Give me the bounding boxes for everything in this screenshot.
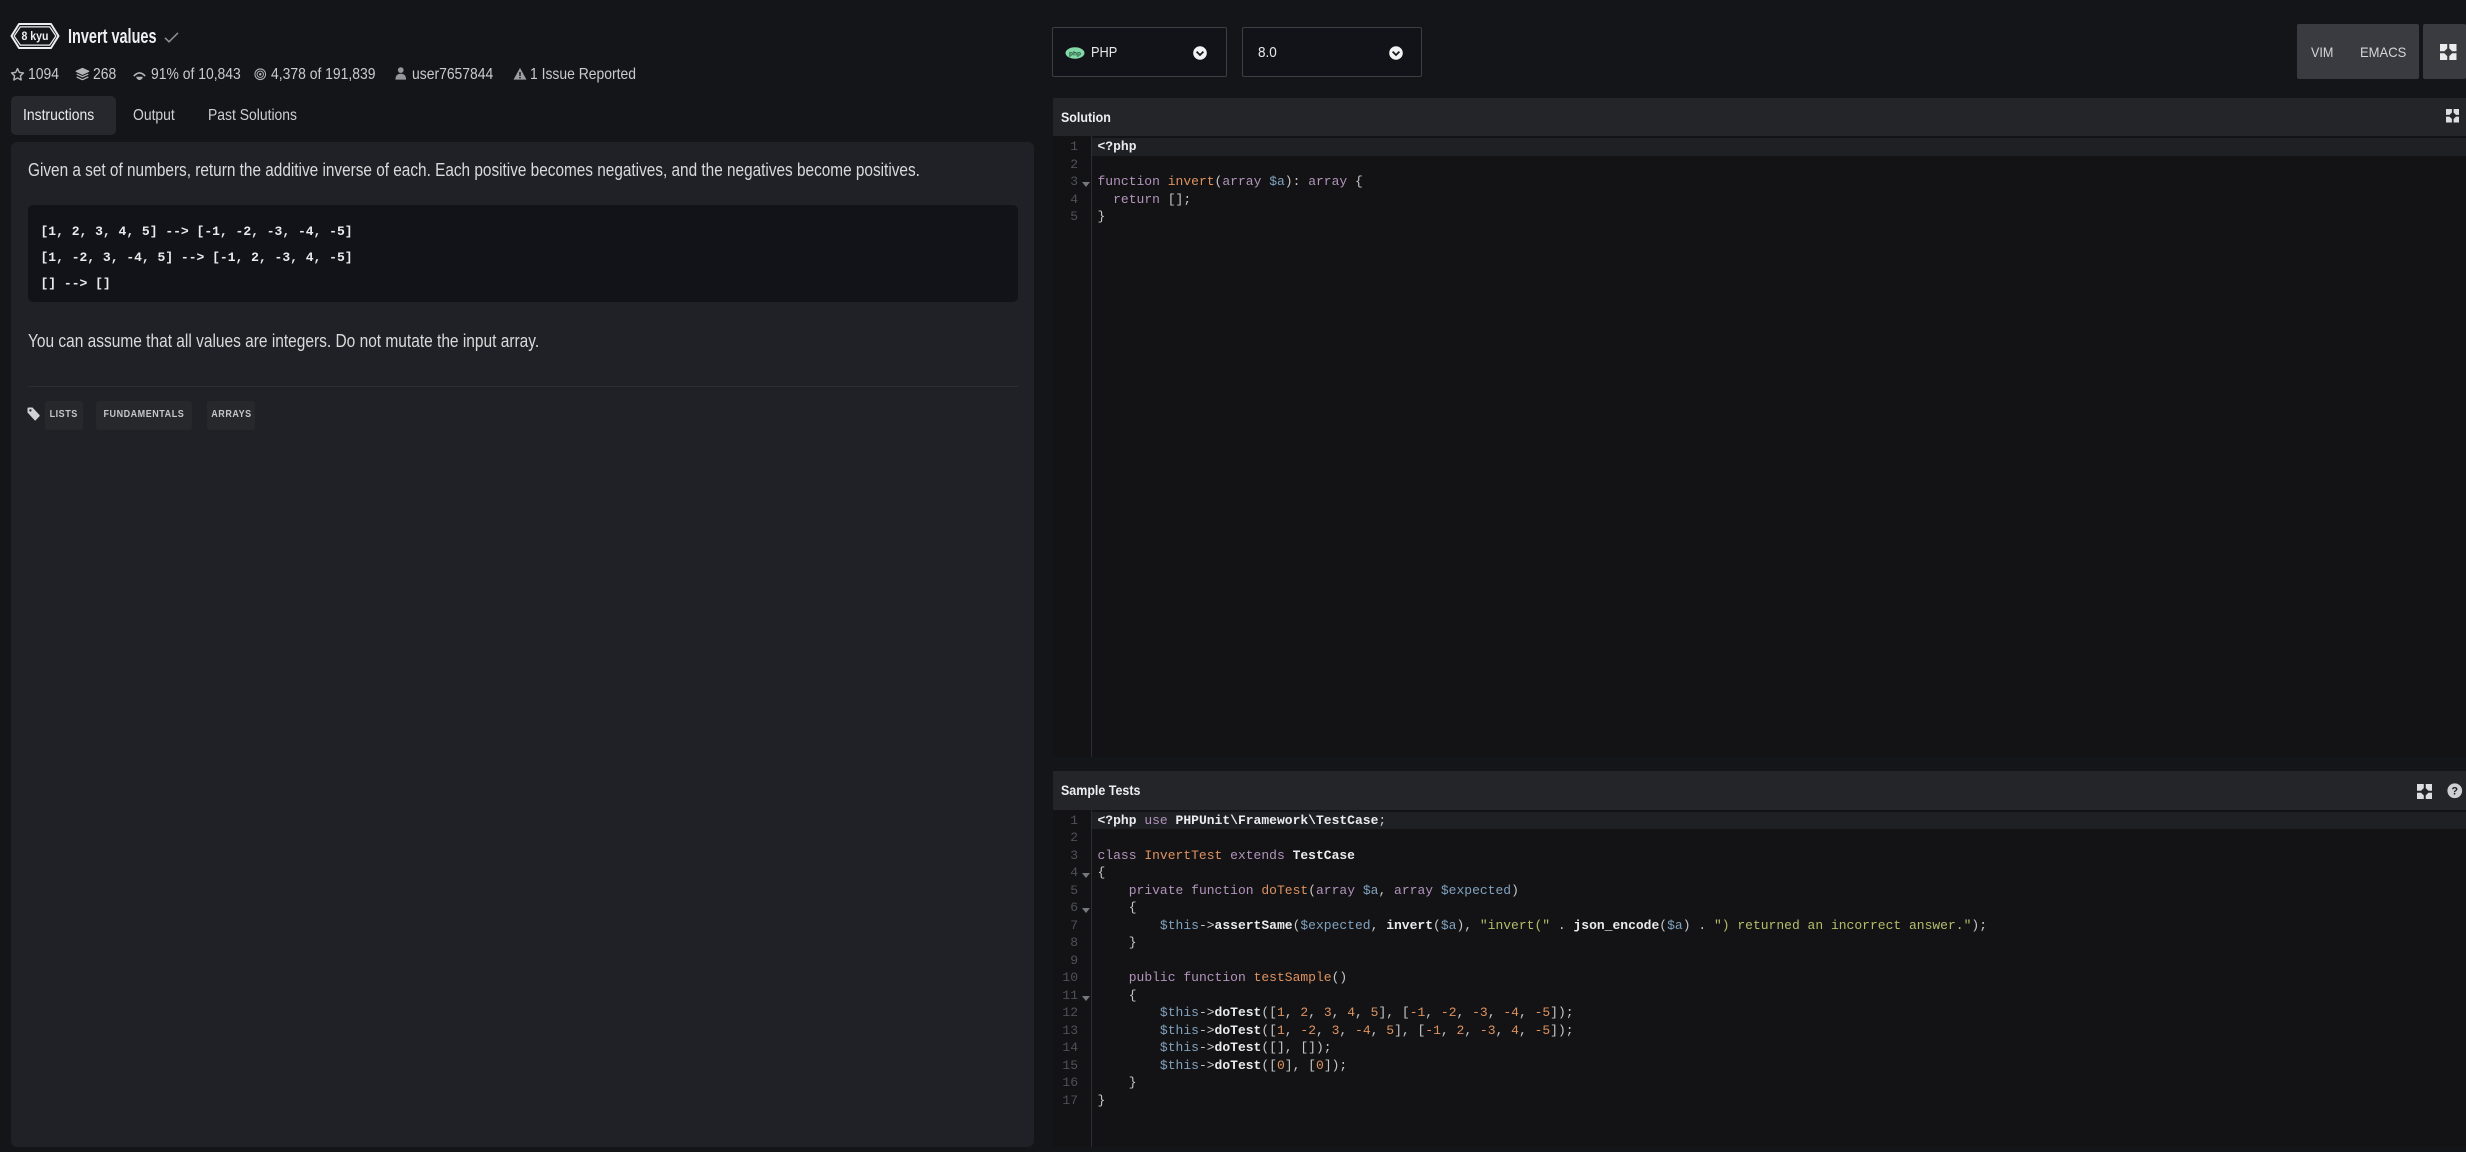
svg-text:?: ? bbox=[2452, 786, 2459, 798]
svg-text:php: php bbox=[1069, 50, 1081, 57]
svg-text:8 kyu: 8 kyu bbox=[22, 31, 49, 43]
